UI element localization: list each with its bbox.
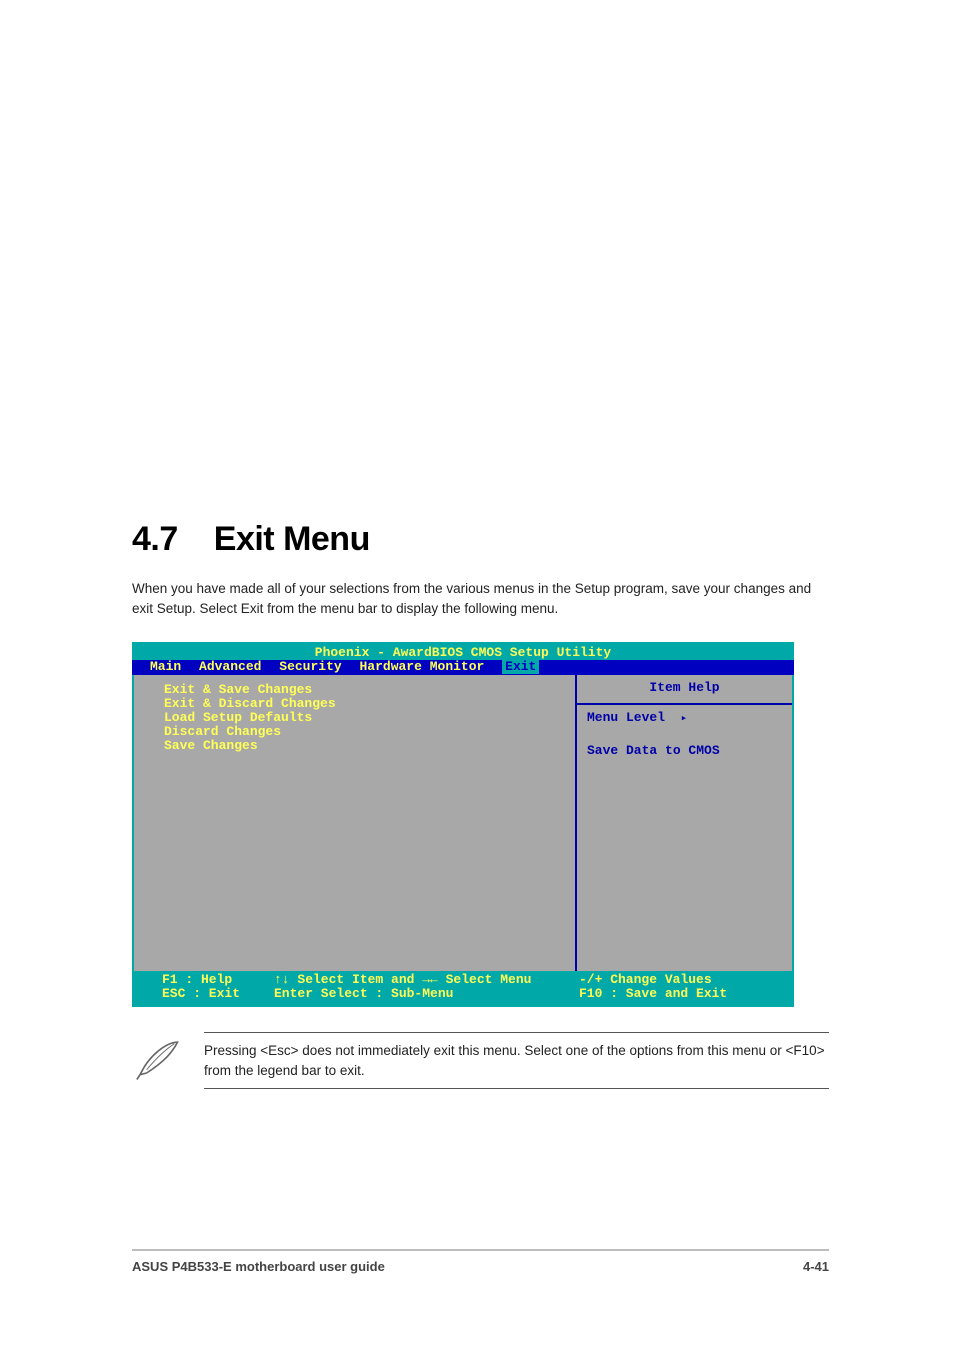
bios-menubar: Main Advanced Security Hardware Monitor … bbox=[132, 660, 794, 675]
bios-help-text: Save Data to CMOS bbox=[587, 744, 782, 758]
tab-exit[interactable]: Exit bbox=[502, 659, 539, 674]
bios-item-exit-save[interactable]: Exit & Save Changes bbox=[164, 683, 565, 697]
footer-select-item: ↑↓ Select Item and →← Select Menu bbox=[274, 973, 579, 987]
bios-item-save[interactable]: Save Changes bbox=[164, 739, 565, 753]
intro-paragraph: When you have made all of your selection… bbox=[132, 579, 829, 618]
tab-security[interactable]: Security bbox=[279, 659, 341, 674]
footer-enter-submenu: Enter Select : Sub-Menu bbox=[274, 987, 579, 1001]
menu-level-label: Menu Level bbox=[587, 710, 665, 725]
footer-left: ASUS P4B533-E motherboard user guide bbox=[132, 1259, 385, 1274]
section-number: 4.7 bbox=[132, 520, 178, 558]
page-footer-rule bbox=[132, 1249, 829, 1251]
note-rule-top bbox=[204, 1032, 829, 1033]
footer-f10-save: F10 : Save and Exit bbox=[579, 987, 782, 1001]
section-title: Exit Menu bbox=[214, 520, 370, 558]
bios-item-load-defaults[interactable]: Load Setup Defaults bbox=[164, 711, 565, 725]
page-footer: ASUS P4B533-E motherboard user guide 4-4… bbox=[132, 1259, 829, 1274]
triangle-right-icon: ▸ bbox=[681, 713, 688, 725]
bios-footer: F1 : Help ↑↓ Select Item and →← Select M… bbox=[132, 971, 794, 1007]
footer-right: 4-41 bbox=[803, 1259, 829, 1274]
tab-hardware-monitor[interactable]: Hardware Monitor bbox=[360, 659, 485, 674]
note-block: Pressing <Esc> does not immediately exit… bbox=[132, 1032, 829, 1089]
note-text: Pressing <Esc> does not immediately exit… bbox=[204, 1041, 829, 1080]
bios-help-panel: Item Help Menu Level ▸ Save Data to CMOS bbox=[577, 675, 792, 971]
footer-change-values: -/+ Change Values bbox=[579, 973, 782, 987]
footer-esc-exit: ESC : Exit bbox=[162, 987, 274, 1001]
bios-menu-level: Menu Level ▸ bbox=[587, 711, 782, 726]
bios-title: Phoenix - AwardBIOS CMOS Setup Utility bbox=[132, 642, 794, 660]
feather-pen-icon bbox=[132, 1032, 188, 1089]
section-heading: 4.7 Exit Menu bbox=[132, 520, 829, 559]
tab-advanced[interactable]: Advanced bbox=[199, 659, 261, 674]
bios-help-title: Item Help bbox=[587, 681, 782, 695]
bios-screenshot: Phoenix - AwardBIOS CMOS Setup Utility M… bbox=[132, 642, 794, 1012]
tab-main[interactable]: Main bbox=[150, 659, 181, 674]
note-rule-bottom bbox=[204, 1088, 829, 1089]
bios-item-exit-discard[interactable]: Exit & Discard Changes bbox=[164, 697, 565, 711]
bios-item-list: Exit & Save Changes Exit & Discard Chang… bbox=[134, 675, 577, 971]
bios-item-discard[interactable]: Discard Changes bbox=[164, 725, 565, 739]
footer-f1-help: F1 : Help bbox=[162, 973, 274, 987]
